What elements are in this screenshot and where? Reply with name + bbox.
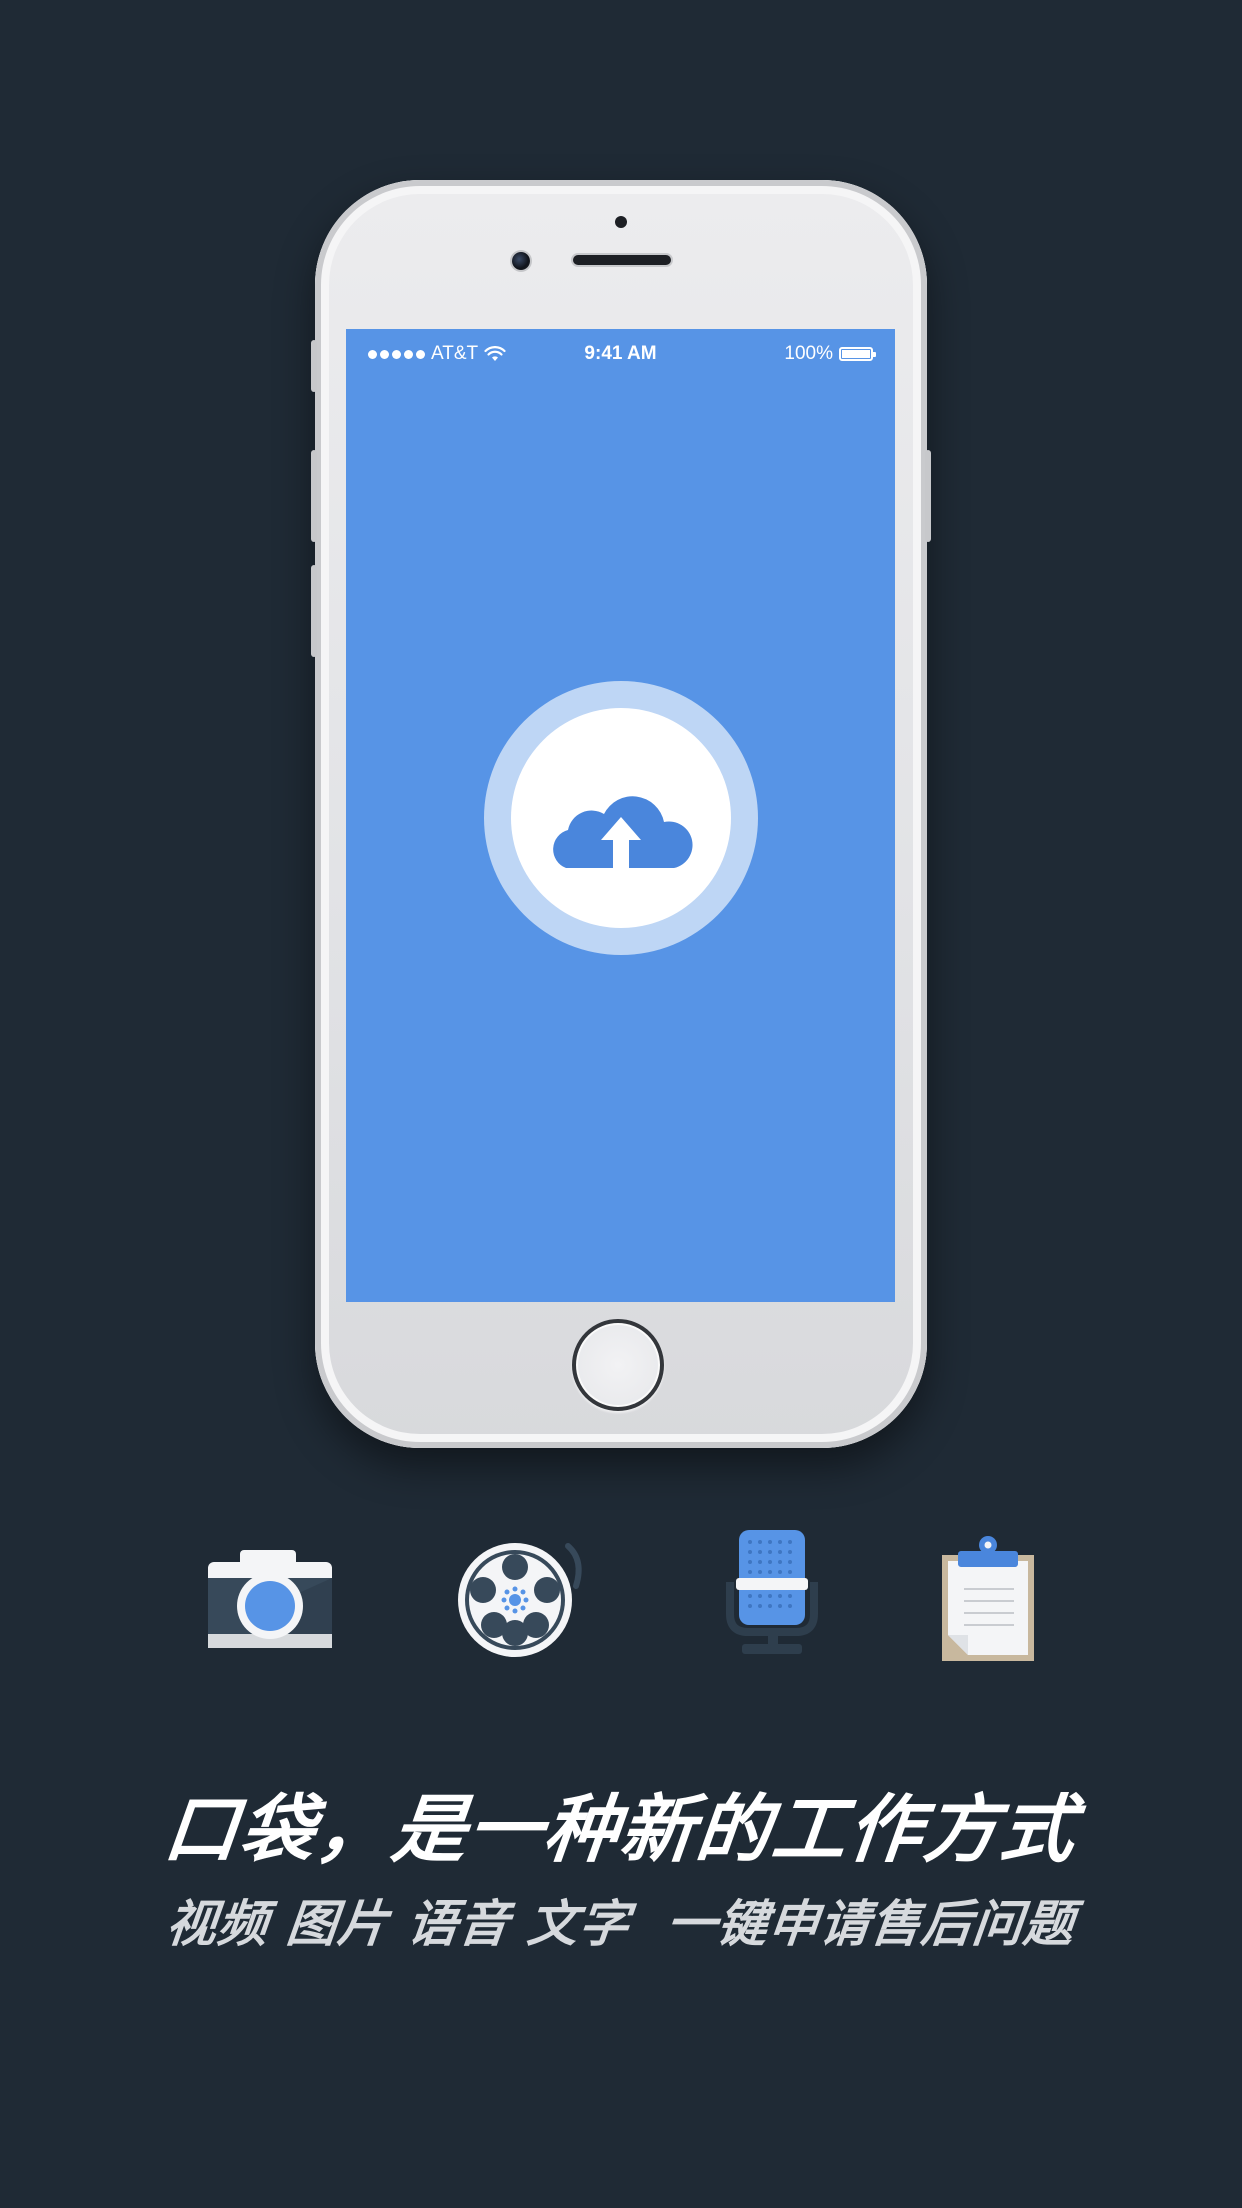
headline: 口袋，是一种新的工作方式 (159, 1787, 1081, 1873)
battery-icon (839, 347, 876, 361)
feature-icon-row (0, 1520, 1242, 1670)
subline: 视频 图片 语音 文字 一键申请售后问题 (163, 1895, 1078, 1953)
silent-switch (311, 340, 317, 392)
front-camera (512, 252, 530, 270)
proximity-sensor (615, 216, 627, 228)
battery-percent: 100% (784, 343, 833, 364)
microphone-icon (726, 1530, 818, 1654)
status-bar-right: 100% (784, 343, 876, 365)
home-button[interactable] (572, 1319, 664, 1411)
film-reel-icon (458, 1543, 582, 1657)
status-bar: AT&T 9:41 AM 100% (346, 329, 895, 385)
phone-mockup: AT&T 9:41 AM 100% (311, 180, 931, 1448)
clipboard-icon (942, 1536, 1034, 1661)
upload-button-inner (511, 708, 731, 928)
cloud-upload-icon (553, 796, 693, 868)
volume-up-button (311, 450, 317, 542)
camera-icon (208, 1550, 332, 1648)
upload-button[interactable] (484, 681, 758, 955)
volume-down-button (311, 565, 317, 657)
earpiece-speaker (573, 255, 671, 265)
power-button (925, 450, 931, 542)
phone-screen: AT&T 9:41 AM 100% (346, 329, 895, 1302)
